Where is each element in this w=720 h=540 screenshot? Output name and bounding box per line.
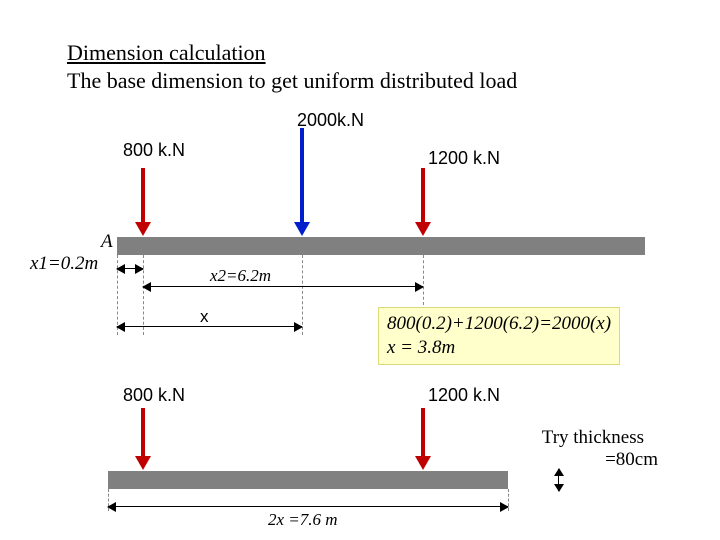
- upper-beam: [117, 237, 645, 255]
- load-center-label: 2000k.N: [297, 110, 364, 131]
- heading-title: Dimension calculation: [67, 40, 266, 66]
- equation-line2: x = 3.8m: [387, 336, 611, 360]
- dim-x2-line: [143, 286, 423, 287]
- dash-right-col: [423, 255, 424, 305]
- load-left-label-2: 800 k.N: [123, 385, 185, 406]
- dim-x1-label: x1=0.2m: [30, 253, 98, 275]
- thickness-hint: Try thickness: [504, 427, 644, 449]
- dim-x-line: [117, 326, 302, 327]
- thickness-value: =80cm: [568, 449, 658, 471]
- equation-line1: 800(0.2)+1200(6.2)=2000(x): [387, 312, 611, 336]
- dim-x-label: x: [200, 307, 209, 327]
- dim-2x-label: 2x =7.6 m: [268, 510, 338, 530]
- dim-2x-line: [108, 506, 508, 507]
- load-right-label: 1200 k.N: [428, 148, 500, 169]
- point-a-label: A: [101, 231, 113, 253]
- thickness-dim: [558, 469, 559, 491]
- dim-x1-line: [117, 268, 143, 269]
- dim-x2-label: x2=6.2m: [210, 266, 271, 286]
- load-right-label-2: 1200 k.N: [428, 385, 500, 406]
- heading-subtitle: The base dimension to get uniform distri…: [67, 68, 517, 94]
- equation-box: 800(0.2)+1200(6.2)=2000(x) x = 3.8m: [378, 307, 620, 365]
- lower-beam: [108, 471, 508, 489]
- load-left-label: 800 k.N: [123, 140, 185, 161]
